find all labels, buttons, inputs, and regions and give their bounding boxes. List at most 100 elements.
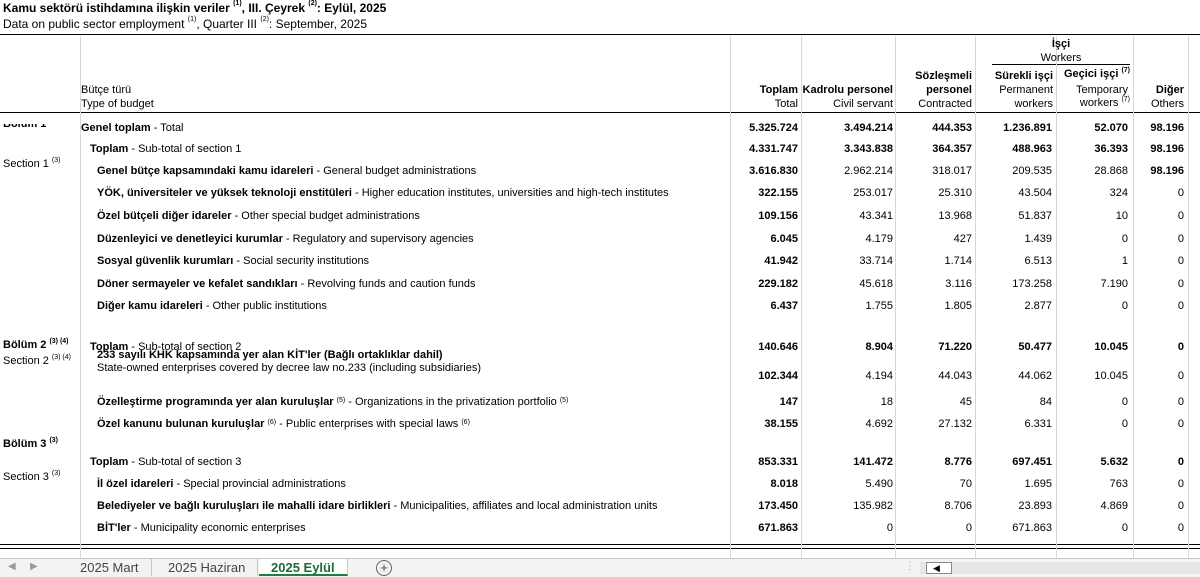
cell-civil[interactable]: 8.904 <box>803 336 893 358</box>
section-3-label-tr: Bölüm 3 (3) <box>3 437 59 450</box>
workers-group-rule <box>992 64 1130 65</box>
header-perm-tr: Sürekli işçi <box>994 70 1053 82</box>
cell-contract[interactable]: 427 <box>882 228 972 250</box>
cell-other[interactable]: 0 <box>1094 391 1184 413</box>
cell-contract[interactable]: 1.805 <box>882 295 972 317</box>
cell-total[interactable]: 140.646 <box>708 336 798 358</box>
tab-scroll-left-icon[interactable]: ◀ <box>8 561 16 572</box>
cell-civil[interactable]: 2.962.214 <box>803 160 893 182</box>
cell-total[interactable]: 147 <box>708 391 798 413</box>
sheet-options-icon[interactable]: ⋮ <box>905 561 915 572</box>
header-temp-en-2: workers (7) <box>1079 96 1130 109</box>
cell-other[interactable]: 0 <box>1094 473 1184 495</box>
row-label: Belediyeler ve bağlı kuruluşları ile mah… <box>97 495 657 517</box>
cell-contract[interactable]: 3.116 <box>882 273 972 295</box>
header-contract-tr-2: personel <box>926 84 972 96</box>
cell-other[interactable]: 0 <box>1094 365 1184 387</box>
cell-total[interactable]: 109.156 <box>708 205 798 227</box>
add-sheet-icon[interactable]: + <box>376 560 392 576</box>
cell-other[interactable]: 0 <box>1094 495 1184 517</box>
table-bottom-rule <box>0 544 1200 545</box>
cell-civil[interactable]: 0 <box>803 517 893 539</box>
row-label-en: - Other public institutions <box>202 300 327 312</box>
cell-total[interactable]: 322.155 <box>708 182 798 204</box>
cell-other[interactable]: 0 <box>1094 273 1184 295</box>
cell-civil[interactable]: 4.179 <box>803 228 893 250</box>
row-label: YÖK, üniversiteler ve yüksek teknoloji e… <box>97 182 669 204</box>
cell-civil[interactable]: 4.692 <box>803 413 893 435</box>
cell-contract[interactable]: 45 <box>882 391 972 413</box>
cell-total[interactable]: 671.863 <box>708 517 798 539</box>
cell-civil[interactable]: 253.017 <box>803 182 893 204</box>
cell-civil[interactable]: 3.343.838 <box>803 138 893 160</box>
spreadsheet-grid[interactable]: Kamu sektörü istihdamına ilişkin veriler… <box>0 0 1200 558</box>
cell-other[interactable]: 0 <box>1094 413 1184 435</box>
cell-civil[interactable]: 18 <box>803 391 893 413</box>
cell-contract[interactable]: 13.968 <box>882 205 972 227</box>
cell-total[interactable]: 102.344 <box>708 365 798 387</box>
tab-2025-mart[interactable]: 2025 Mart <box>68 559 152 576</box>
table-row: 233 sayılı KHK kapsamında yer alan KİT'l… <box>0 349 1200 382</box>
cell-contract[interactable]: 44.043 <box>882 365 972 387</box>
tab-2025-eylul[interactable]: 2025 Eylül <box>259 559 348 576</box>
cell-other[interactable]: 0 <box>1094 250 1184 272</box>
cell-contract[interactable]: 27.132 <box>882 413 972 435</box>
row-label-tr: YÖK, üniversiteler ve yüksek teknoloji e… <box>97 187 352 199</box>
cell-contract[interactable]: 25.310 <box>882 182 972 204</box>
tab-2025-haziran[interactable]: 2025 Haziran <box>156 559 259 576</box>
cell-civil[interactable]: 3.494.214 <box>803 117 893 139</box>
cell-other[interactable]: 0 <box>1094 182 1184 204</box>
cell-contract[interactable]: 364.357 <box>882 138 972 160</box>
cell-contract[interactable]: 8.776 <box>882 451 972 473</box>
cell-other[interactable]: 0 <box>1094 336 1184 358</box>
scroll-left-button[interactable]: ◀ <box>926 562 952 574</box>
row-label-tr: 233 sayılı KHK kapsamında yer alan KİT'l… <box>97 349 443 361</box>
cell-other[interactable]: 0 <box>1094 228 1184 250</box>
cell-civil[interactable]: 5.490 <box>803 473 893 495</box>
cell-total[interactable]: 6.045 <box>708 228 798 250</box>
cell-total[interactable]: 3.616.830 <box>708 160 798 182</box>
cell-civil[interactable]: 141.472 <box>803 451 893 473</box>
row-label-en: - Special provincial administrations <box>173 478 346 490</box>
cell-total[interactable]: 41.942 <box>708 250 798 272</box>
cell-civil[interactable]: 43.341 <box>803 205 893 227</box>
table-row: Döner sermayeler ve kefalet sandıkları -… <box>0 273 1200 295</box>
cell-contract[interactable]: 71.220 <box>882 336 972 358</box>
cell-contract[interactable]: 1.714 <box>882 250 972 272</box>
cell-other[interactable]: 0 <box>1094 517 1184 539</box>
cell-civil[interactable]: 45.618 <box>803 273 893 295</box>
cell-total[interactable]: 173.450 <box>708 495 798 517</box>
cell-other[interactable]: 0 <box>1094 295 1184 317</box>
row-label-en: - Higher education institutes, universit… <box>351 187 669 199</box>
cell-contract[interactable]: 8.706 <box>882 495 972 517</box>
cell-total[interactable]: 229.182 <box>708 273 798 295</box>
cell-total[interactable]: 4.331.747 <box>708 138 798 160</box>
row-label-en: - Sub-total of section 3 <box>128 456 242 468</box>
cell-total[interactable]: 38.155 <box>708 413 798 435</box>
cell-civil[interactable]: 33.714 <box>803 250 893 272</box>
cell-other[interactable]: 98.196 <box>1094 117 1184 139</box>
cell-total[interactable]: 5.325.724 <box>708 117 798 139</box>
horizontal-scrollbar[interactable] <box>920 562 1200 574</box>
row-label-en: - Municipalities, affiliates and local a… <box>390 500 658 512</box>
cell-other[interactable]: 98.196 <box>1094 138 1184 160</box>
tab-scroll-right-icon[interactable]: ▶ <box>30 561 38 572</box>
cell-contract[interactable]: 0 <box>882 517 972 539</box>
cell-contract[interactable]: 70 <box>882 473 972 495</box>
cell-civil[interactable]: 1.755 <box>803 295 893 317</box>
header-contract-en: Contracted <box>918 98 972 110</box>
cell-contract[interactable]: 444.353 <box>882 117 972 139</box>
cell-contract[interactable]: 318.017 <box>882 160 972 182</box>
row-label: İl özel idareleri - Special provincial a… <box>97 473 346 495</box>
table-row: BİT'ler - Municipality economic enterpri… <box>0 517 1200 539</box>
cell-other[interactable]: 0 <box>1094 205 1184 227</box>
cell-civil[interactable]: 135.982 <box>803 495 893 517</box>
header-other-en: Others <box>1150 98 1184 110</box>
cell-total[interactable]: 8.018 <box>708 473 798 495</box>
cell-other[interactable]: 98.196 <box>1094 160 1184 182</box>
cell-other[interactable]: 0 <box>1094 451 1184 473</box>
cell-total[interactable]: 853.331 <box>708 451 798 473</box>
row-label-tr: Sosyal güvenlik kurumları <box>97 255 234 267</box>
cell-civil[interactable]: 4.194 <box>803 365 893 387</box>
cell-total[interactable]: 6.437 <box>708 295 798 317</box>
